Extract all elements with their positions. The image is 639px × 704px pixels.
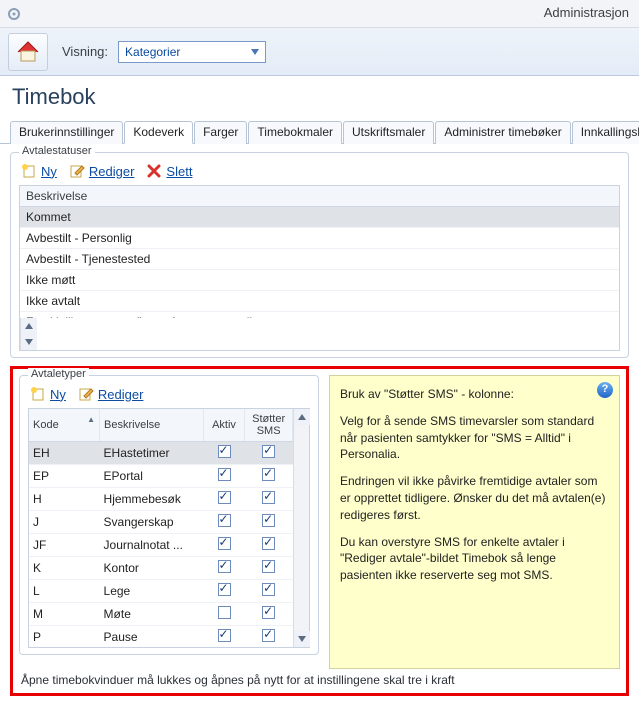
sms-checkbox[interactable] xyxy=(262,606,275,619)
list-item[interactable]: Avbestilt - Tjenestested xyxy=(20,249,619,270)
sms-checkbox[interactable] xyxy=(262,629,275,642)
info-p3: Du kan overstyre SMS for enkelte avtaler… xyxy=(340,534,609,584)
col-sms-header[interactable]: Støtter SMS xyxy=(245,409,293,442)
aktiv-checkbox[interactable] xyxy=(218,606,231,619)
edit-icon xyxy=(69,163,85,179)
footer-note: Åpne timebokvinduer må lukkes og åpnes p… xyxy=(19,669,620,689)
delete-icon xyxy=(146,163,162,179)
tab-administrer-timeb-ker[interactable]: Administrer timebøker xyxy=(435,121,570,144)
avtaletyper-label: Avtaletyper xyxy=(28,368,89,380)
aktiv-checkbox[interactable] xyxy=(218,468,231,481)
cell-beskriv: EPortal xyxy=(100,465,204,488)
types-edit-button[interactable]: Rediger xyxy=(78,386,144,402)
aktiv-checkbox[interactable] xyxy=(218,537,231,550)
cell-beskriv: Kontor xyxy=(100,557,204,580)
table-row[interactable]: PPause xyxy=(29,626,293,648)
table-row[interactable]: EPEPortal xyxy=(29,465,293,488)
list-item[interactable]: Avbestilt - Personlig xyxy=(20,228,619,249)
cell-kode: L xyxy=(29,580,100,603)
visning-dropdown[interactable]: Kategorier xyxy=(118,41,266,63)
cell-beskriv: Svangerskap xyxy=(100,511,204,534)
col-beskriv-header[interactable]: Beskrivelse xyxy=(100,409,204,442)
visning-dropdown-value: Kategorier xyxy=(125,45,180,59)
list-item[interactable]: Ikke møtt xyxy=(20,270,619,291)
avtalestatuser-label: Avtalestatuser xyxy=(19,145,95,157)
cell-beskriv: Journalnotat ... xyxy=(100,534,204,557)
info-p1: Velg for å sende SMS timevarsler som sta… xyxy=(340,413,609,463)
gear-icon[interactable] xyxy=(6,6,22,25)
cell-kode: EP xyxy=(29,465,100,488)
tab-timebokmaler[interactable]: Timebokmaler xyxy=(248,121,342,144)
sms-checkbox[interactable] xyxy=(262,445,275,458)
aktiv-checkbox[interactable] xyxy=(218,583,231,596)
tab-brukerinnstillinger[interactable]: Brukerinnstillinger xyxy=(10,121,123,144)
sms-checkbox[interactable] xyxy=(262,468,275,481)
chevron-down-icon xyxy=(248,45,262,59)
sort-asc-icon: ▲ xyxy=(87,415,95,424)
new-icon xyxy=(21,163,37,179)
tab-kodeverk[interactable]: Kodeverk xyxy=(124,121,193,144)
scroll-up-icon[interactable] xyxy=(294,409,310,425)
status-edit-button[interactable]: Rediger xyxy=(69,163,135,179)
scroll-down-icon[interactable] xyxy=(294,631,310,647)
sms-checkbox[interactable] xyxy=(262,560,275,573)
sms-checkbox[interactable] xyxy=(262,537,275,550)
aktiv-checkbox[interactable] xyxy=(218,445,231,458)
tab-innkallingsliste[interactable]: Innkallingsliste xyxy=(572,121,639,144)
table-row[interactable]: MMøte xyxy=(29,603,293,626)
table-row[interactable]: KKontor xyxy=(29,557,293,580)
edit-icon xyxy=(78,386,94,402)
table-row[interactable]: LLege xyxy=(29,580,293,603)
col-aktiv-header[interactable]: Aktiv xyxy=(203,409,244,442)
window-title: Administrasjon xyxy=(544,5,629,20)
home-icon xyxy=(15,39,41,65)
tab-utskriftsmaler[interactable]: Utskriftsmaler xyxy=(343,121,434,144)
sms-checkbox[interactable] xyxy=(262,491,275,504)
tab-farger[interactable]: Farger xyxy=(194,121,247,144)
help-icon[interactable]: ? xyxy=(597,382,613,398)
sms-checkbox[interactable] xyxy=(262,583,275,596)
table-row[interactable]: HHjemmebesøk xyxy=(29,488,293,511)
types-scrollbar[interactable] xyxy=(293,409,309,647)
status-new-button[interactable]: Ny xyxy=(21,163,57,179)
info-heading: Bruk av "Støtter SMS" - kolonne: xyxy=(340,386,609,403)
sms-checkbox[interactable] xyxy=(262,514,275,527)
cell-kode: M xyxy=(29,603,100,626)
status-scrollbar[interactable] xyxy=(20,318,36,350)
info-p2: Endringen vil ikke påvirke fremtidige av… xyxy=(340,473,609,523)
aktiv-checkbox[interactable] xyxy=(218,514,231,527)
scroll-down-icon[interactable] xyxy=(21,334,37,350)
cell-kode: JF xyxy=(29,534,100,557)
status-delete-button[interactable]: Slett xyxy=(146,163,192,179)
list-item[interactable]: Forskjellige statuser finnes for gruppem… xyxy=(20,312,619,318)
cell-kode: P xyxy=(29,626,100,648)
cell-kode: K xyxy=(29,557,100,580)
cell-kode: H xyxy=(29,488,100,511)
cell-kode: EH xyxy=(29,442,100,465)
visning-label: Visning: xyxy=(62,44,108,59)
cell-beskriv: EHastetimer xyxy=(100,442,204,465)
list-item[interactable]: Kommet xyxy=(20,207,619,228)
cell-beskriv: Hjemmebesøk xyxy=(100,488,204,511)
list-item[interactable]: Ikke avtalt xyxy=(20,291,619,312)
table-row[interactable]: EHEHastetimer xyxy=(29,442,293,465)
cell-beskriv: Møte xyxy=(100,603,204,626)
scroll-up-icon[interactable] xyxy=(21,318,37,334)
status-list-header: Beskrivelse xyxy=(20,186,619,207)
aktiv-checkbox[interactable] xyxy=(218,560,231,573)
aktiv-checkbox[interactable] xyxy=(218,629,231,642)
table-row[interactable]: JSvangerskap xyxy=(29,511,293,534)
cell-kode: J xyxy=(29,511,100,534)
cell-beskriv: Lege xyxy=(100,580,204,603)
table-row[interactable]: JFJournalnotat ... xyxy=(29,534,293,557)
cell-beskriv: Pause xyxy=(100,626,204,648)
aktiv-checkbox[interactable] xyxy=(218,491,231,504)
col-kode-header[interactable]: Kode▲ xyxy=(29,409,100,442)
info-panel: ? Bruk av "Støtter SMS" - kolonne: Velg … xyxy=(329,375,620,669)
types-new-button[interactable]: Ny xyxy=(30,386,66,402)
new-icon xyxy=(30,386,46,402)
home-button[interactable] xyxy=(8,33,48,71)
page-title: Timebok xyxy=(0,76,639,120)
